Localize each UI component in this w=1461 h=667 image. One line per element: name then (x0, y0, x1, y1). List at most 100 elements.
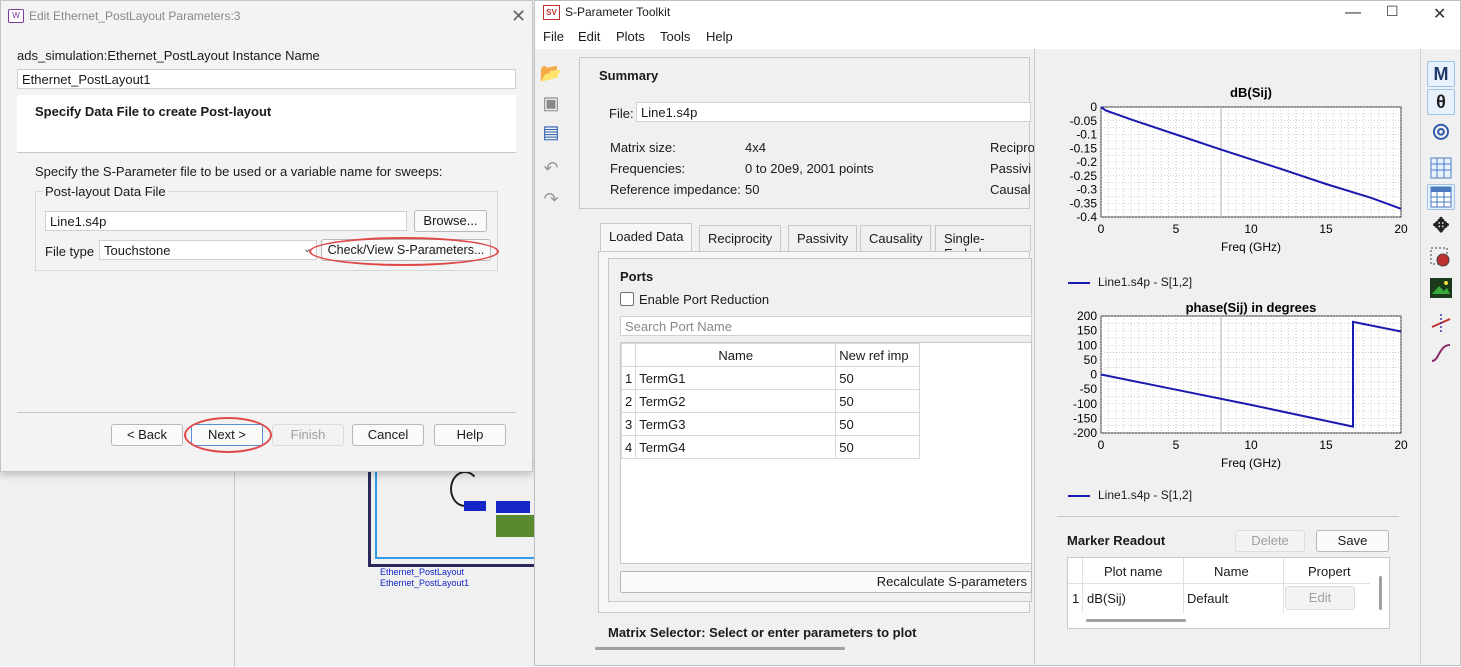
port-name-cell[interactable]: TermG4 (635, 435, 837, 459)
ref-imp-cell[interactable]: 50 (835, 412, 921, 436)
marker-delete-button[interactable]: Delete (1235, 530, 1305, 552)
marker-edit-button[interactable]: Edit (1285, 586, 1355, 610)
menu-plots[interactable]: Plots (616, 29, 645, 44)
move-icon[interactable]: ✥ (1427, 214, 1455, 240)
x-tick-label: 10 (1244, 438, 1258, 452)
help-button[interactable]: Help (434, 424, 506, 446)
search-port-input[interactable]: Search Port Name (620, 316, 1032, 336)
tab-single-ended[interactable]: Single-Ended (935, 225, 1031, 261)
component-label: Ethernet_PostLayout (380, 567, 465, 577)
file-type-select[interactable]: Touchstone ⌄ (99, 240, 317, 260)
legend-swatch (1068, 495, 1090, 497)
data-file-input[interactable]: Line1.s4p (45, 211, 407, 231)
file-label: File: (609, 106, 634, 121)
back-button[interactable]: < Back (111, 424, 183, 446)
tab-passivity[interactable]: Passivity (788, 225, 858, 251)
tab-reciprocity[interactable]: Reciprocity (699, 225, 782, 251)
maximize-icon[interactable]: ☐ (1386, 3, 1399, 20)
x-tick-label: 15 (1319, 222, 1333, 236)
grid-view-icon[interactable] (1427, 155, 1455, 181)
minimize-icon[interactable]: — (1345, 4, 1361, 22)
table-row[interactable]: 2 TermG2 50 (620, 389, 921, 413)
column-header-plot-name[interactable]: Plot name (1104, 564, 1163, 579)
table-row[interactable]: 4 TermG4 50 (620, 435, 921, 459)
group-label: Post-layout Data File (43, 184, 168, 199)
phase-icon[interactable]: θ (1427, 89, 1455, 115)
ref-imp-cell[interactable]: 50 (835, 366, 921, 390)
close-icon[interactable]: ✕ (1433, 4, 1446, 24)
column-header-name[interactable]: Name (1214, 564, 1249, 579)
schematic-canvas[interactable]: Ethernet_PostLayout Ethernet_PostLayout1 (0, 460, 548, 667)
y-tick-label: -150 (1073, 411, 1097, 425)
legend-label: Line1.s4p - S[1,2] (1098, 275, 1193, 289)
zoom-icon[interactable] (1427, 245, 1455, 271)
tab-causality[interactable]: Causality (860, 225, 932, 251)
column-divider (1183, 558, 1184, 613)
x-tick-label: 5 (1173, 222, 1180, 236)
component-body[interactable] (496, 515, 536, 537)
table-row[interactable]: 3 TermG3 50 (620, 412, 921, 436)
ref-imp-cell[interactable]: 50 (835, 389, 921, 413)
curve-icon[interactable] (1427, 340, 1455, 366)
sparameter-toolkit-window: SV S-Parameter Toolkit — ☐ ✕ File Edit P… (534, 0, 1461, 666)
row-index: 1 (1072, 591, 1080, 606)
y-tick-label: 50 (1084, 353, 1098, 367)
menu-tools[interactable]: Tools (660, 29, 690, 44)
table-row[interactable]: 1 TermG1 50 (620, 366, 921, 390)
menu-help[interactable]: Help (706, 29, 733, 44)
image-export-icon[interactable] (1427, 275, 1455, 301)
row-index: 2 (620, 389, 637, 413)
port-name-cell[interactable]: TermG2 (635, 389, 837, 413)
horizontal-scrollbar[interactable] (595, 647, 845, 650)
menu-edit[interactable]: Edit (578, 29, 600, 44)
tab-loaded-data[interactable]: Loaded Data (600, 223, 693, 252)
marker-save-button[interactable]: Save (1316, 530, 1389, 552)
instance-name-input[interactable]: Ethernet_PostLayout1 (17, 69, 516, 89)
instance-name-label: ads_simulation:Ethernet_PostLayout Insta… (17, 48, 320, 63)
column-divider (1082, 558, 1083, 613)
splitter[interactable] (1034, 49, 1035, 664)
finish-button[interactable]: Finish (272, 424, 344, 446)
wizard-heading: Specify Data File to create Post-layout (35, 104, 272, 119)
divider (1057, 516, 1399, 517)
marker-table: Plot name Name Propert 1 dB(Sij) Default… (1067, 557, 1390, 629)
enable-port-reduction-checkbox[interactable] (620, 292, 634, 306)
reciprocity-status: Recipro (990, 140, 1035, 155)
table-view-icon[interactable] (1427, 184, 1455, 210)
frequencies-value: 0 to 20e9, 2001 points (745, 161, 874, 176)
divider (17, 412, 516, 413)
port-name-cell[interactable]: TermG3 (635, 412, 837, 436)
vertical-scrollbar[interactable] (1379, 576, 1382, 610)
phase-chart: phase(Sij) in degrees 0 5 10 15 20 20015010050… (1073, 300, 1408, 470)
open-folder-icon[interactable]: 📂 (539, 61, 563, 85)
y-tick-label: -0.25 (1070, 169, 1098, 183)
ref-imp-cell[interactable]: 50 (835, 435, 921, 459)
y-tick-label: 0 (1090, 100, 1097, 114)
smith-chart-icon[interactable]: ◎ (1427, 118, 1455, 144)
menu-file[interactable]: File (543, 29, 564, 44)
recalculate-sparameters-button[interactable]: Recalculate S-parameters (620, 571, 1032, 593)
y-tick-label: 150 (1077, 324, 1097, 338)
row-index: 3 (620, 412, 637, 436)
redo-icon[interactable]: ↷ (539, 187, 563, 211)
legend-swatch (1068, 282, 1090, 284)
marker-name-cell[interactable]: Default (1187, 591, 1228, 606)
window-titlebar: SV S-Parameter Toolkit — ☐ ✕ (535, 1, 1460, 25)
column-header-name[interactable]: Name (635, 343, 837, 367)
save-icon[interactable]: ▣ (539, 91, 563, 115)
port-name-cell[interactable]: TermG1 (635, 366, 837, 390)
close-icon[interactable]: ✕ (511, 7, 526, 25)
undo-icon[interactable]: ↶ (539, 156, 563, 180)
column-header-ref-imp[interactable]: New ref imp (835, 343, 921, 367)
column-header-property[interactable]: Propert (1308, 564, 1351, 579)
horizontal-scrollbar[interactable] (1086, 619, 1186, 622)
cancel-button[interactable]: Cancel (352, 424, 424, 446)
magnitude-icon[interactable]: M (1427, 61, 1455, 87)
marker-icon[interactable] (1427, 310, 1455, 336)
highlight-annotation (309, 237, 499, 266)
table-corner (620, 343, 637, 367)
marker-plot-name-cell[interactable]: dB(Sij) (1087, 591, 1126, 606)
summary-file-field[interactable]: Line1.s4p (636, 102, 1031, 122)
browse-button[interactable]: Browse... (414, 210, 487, 232)
save-as-icon[interactable]: ▤ (539, 120, 563, 144)
